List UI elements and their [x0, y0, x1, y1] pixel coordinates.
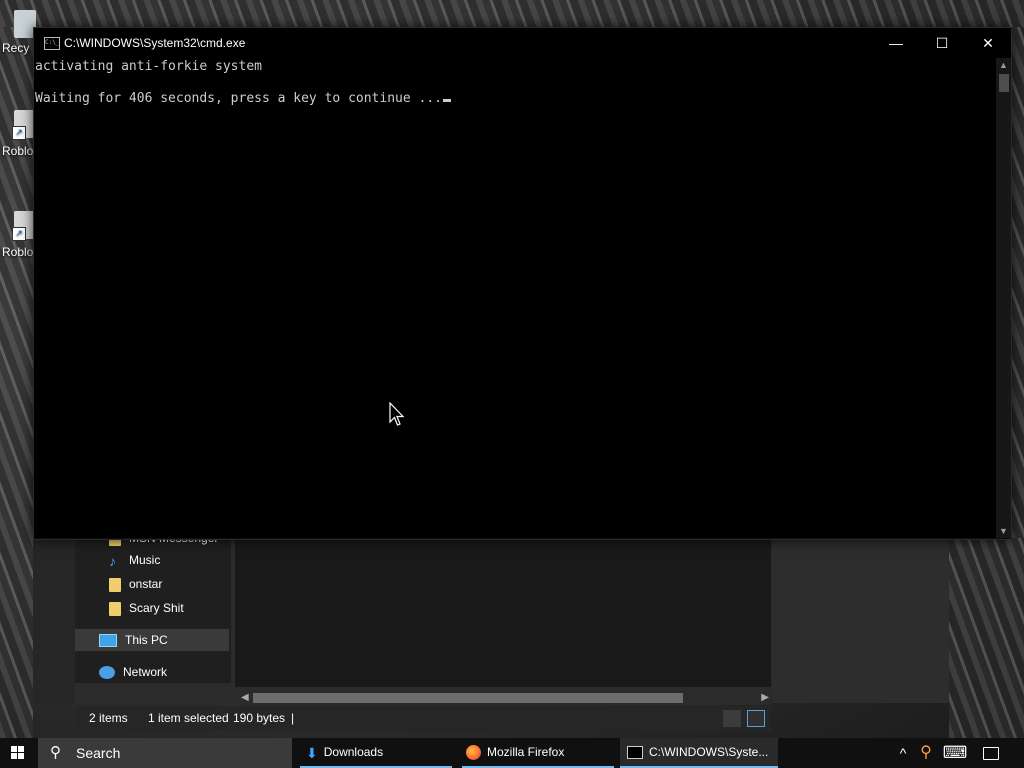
desktop-icon-label: Roblo	[2, 245, 34, 259]
console-line-with-cursor: Waiting for 406 seconds, press a key to …	[35, 91, 451, 106]
wallpaper-rock-texture	[949, 538, 1024, 738]
nav-item-label: Scary Shit	[129, 601, 184, 615]
this-pc-icon	[99, 634, 117, 648]
nav-item-label: Network	[123, 665, 168, 679]
explorer-navigation-pane: MSN Messenger ♪Music onstar Scary Shit T…	[75, 531, 231, 683]
tray-chevron-icon[interactable]: ^	[893, 738, 913, 768]
status-size: 190 bytes	[233, 711, 286, 725]
desktop-icon-roblox-2[interactable]: ↗ Roblo	[0, 211, 36, 259]
start-button[interactable]	[0, 738, 36, 768]
scrollbar-thumb[interactable]	[999, 74, 1009, 92]
taskbar-app-label: C:\WINDOWS\Syste...	[649, 745, 769, 759]
cmd-icon: C:\_	[44, 37, 60, 50]
status-selected: 1 item selected	[148, 711, 229, 725]
close-button[interactable]: ✕	[965, 28, 1011, 58]
nav-item-label: onstar	[129, 577, 163, 591]
keyboard-icon[interactable]: ⌨	[940, 738, 970, 768]
desktop-icon-recycle-bin[interactable]: Recy	[0, 10, 36, 55]
explorer-file-list[interactable]	[235, 537, 771, 687]
wallpaper-rock-texture	[0, 0, 1024, 27]
download-folder-icon: ⬇	[306, 744, 318, 761]
desktop-icon-roblox-1[interactable]: ↗ Roblo	[0, 110, 36, 158]
desktop-icon-label: Roblo	[2, 144, 34, 158]
cmd-vertical-scrollbar[interactable]: ▲ ▼	[996, 58, 1011, 538]
maximize-button[interactable]: ☐	[919, 28, 965, 58]
nav-item-onstar[interactable]: onstar	[109, 573, 162, 595]
console-output[interactable]: activating anti-forkie system Waiting fo…	[34, 58, 997, 538]
large-icons-view-icon[interactable]	[747, 710, 765, 727]
taskbar-app-cmd[interactable]: C:\WINDOWS\Syste...	[620, 738, 778, 768]
taskbar-app-downloads[interactable]: ⬇ Downloads	[300, 738, 452, 768]
nav-item-scary-shit[interactable]: Scary Shit	[109, 597, 184, 619]
wallpaper-rock-texture	[1010, 27, 1024, 538]
taskbar-app-label: Downloads	[323, 745, 384, 759]
window-title: C:\WINDOWS\System32\cmd.exe	[64, 36, 246, 50]
windows-logo-icon	[11, 746, 17, 752]
scroll-down-icon[interactable]: ▼	[996, 526, 1011, 536]
details-view-icon[interactable]	[723, 710, 741, 727]
status-separator: |	[291, 711, 295, 725]
scroll-right-icon[interactable]: ▶	[761, 690, 769, 705]
windows-logo-icon-part	[18, 746, 24, 752]
text-cursor	[443, 99, 451, 102]
folder-icon	[109, 577, 121, 592]
nav-item-music[interactable]: ♪ Music	[109, 549, 160, 571]
search-icon: ⚲	[50, 744, 61, 761]
explorer-horizontal-scrollbar[interactable]: ◀ ▶	[239, 690, 771, 705]
cmd-title-bar[interactable]: C:\_ C:\WINDOWS\System32\cmd.exe — ☐ ✕	[34, 28, 1011, 58]
explorer-left-border	[33, 537, 75, 703]
minimize-button[interactable]: —	[873, 28, 919, 58]
search-tray-icon[interactable]: ⚲	[915, 738, 937, 768]
console-prompt-text: Waiting for 406 seconds, press a key to …	[35, 91, 442, 106]
cmd-window[interactable]: C:\_ C:\WINDOWS\System32\cmd.exe — ☐ ✕ a…	[33, 27, 1012, 540]
nav-item-label: Music	[129, 553, 161, 567]
nav-item-this-pc[interactable]: This PC	[75, 629, 229, 651]
nav-item-network[interactable]: Network	[99, 661, 167, 683]
windows-logo-icon-part	[18, 753, 24, 759]
scroll-left-icon[interactable]: ◀	[241, 690, 249, 705]
status-item-count: 2 items	[89, 711, 128, 725]
notifications-icon[interactable]	[978, 738, 1004, 768]
windows-logo-icon-part	[11, 753, 17, 759]
mouse-pointer-icon	[389, 402, 405, 426]
scrollbar-thumb[interactable]	[253, 693, 683, 703]
firefox-icon	[466, 745, 481, 761]
taskbar: ⚲ Search ⬇ Downloads Mozilla Firefox C:\W…	[0, 738, 1024, 768]
explorer-preview-area	[773, 537, 949, 703]
nav-item-label: This PC	[125, 633, 168, 647]
file-explorer-window: MSN Messenger ♪Music onstar Scary Shit T…	[33, 531, 949, 705]
taskbar-app-firefox[interactable]: Mozilla Firefox	[462, 738, 614, 768]
console-line: activating anti-forkie system	[35, 59, 262, 74]
taskbar-search-box[interactable]: ⚲ Search	[38, 738, 292, 768]
search-placeholder: Search	[76, 745, 121, 761]
desktop-icon-label: Recy	[2, 41, 30, 55]
music-icon: ♪	[109, 552, 116, 569]
taskbar-app-label: Mozilla Firefox	[487, 745, 565, 759]
network-icon	[99, 666, 115, 680]
cmd-icon	[627, 746, 643, 760]
folder-icon	[109, 601, 121, 616]
explorer-status-bar: 2 items 1 item selected 190 bytes |	[75, 706, 771, 731]
scroll-up-icon[interactable]: ▲	[996, 60, 1011, 70]
